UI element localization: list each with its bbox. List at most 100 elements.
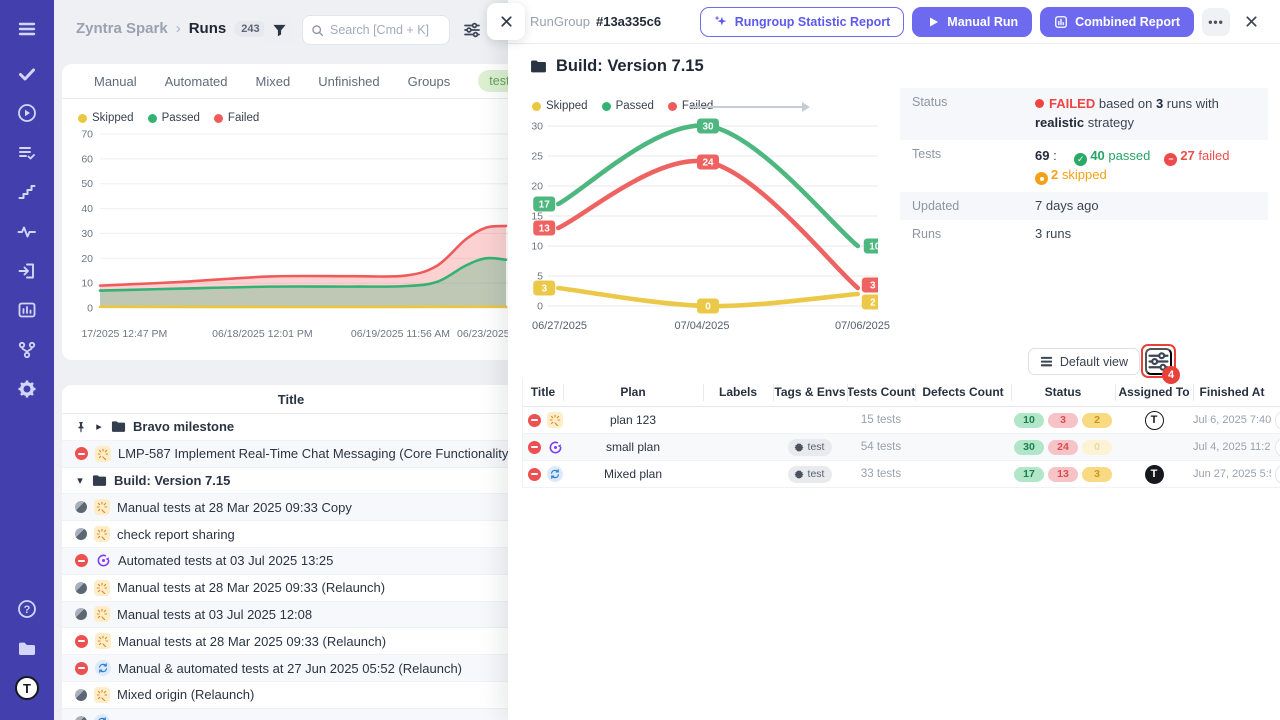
tag-pill[interactable]: test bbox=[788, 439, 833, 456]
legend-item[interactable]: Skipped bbox=[78, 112, 134, 124]
column-header[interactable]: Title bbox=[523, 378, 563, 406]
in-progress-status-icon bbox=[75, 716, 87, 720]
runs-list-row[interactable]: Manual tests at 28 Mar 2025 09:33 (Relau… bbox=[62, 628, 520, 655]
runs-list-row[interactable]: Manual & automated tests at 27 Jun 2025 … bbox=[62, 655, 520, 682]
svg-text:0: 0 bbox=[537, 301, 543, 313]
manual-run-icon bbox=[94, 526, 110, 542]
column-header[interactable]: Tests Count bbox=[847, 378, 915, 406]
runs-list-row[interactable]: Mixed origin (Relaunch) bbox=[62, 682, 520, 709]
search-box[interactable] bbox=[302, 15, 450, 45]
breadcrumb-project[interactable]: Zyntra Spark bbox=[76, 20, 168, 37]
runs-icon[interactable] bbox=[15, 101, 39, 125]
passed-pill: 17 bbox=[1014, 467, 1044, 482]
manual-run-button[interactable]: Manual Run bbox=[912, 7, 1032, 37]
assignee-avatar[interactable]: T bbox=[1145, 465, 1164, 484]
bar-chart-icon bbox=[1054, 15, 1068, 29]
view-options-icon[interactable] bbox=[463, 21, 481, 39]
row-title: Build: Version 7.15 bbox=[114, 473, 230, 488]
row-action-button[interactable] bbox=[1275, 465, 1280, 484]
manual-run-icon bbox=[94, 580, 110, 596]
legend-item[interactable]: Passed bbox=[602, 100, 654, 112]
skipped-pill: 2 bbox=[1082, 413, 1112, 428]
failed-status-icon bbox=[75, 635, 88, 648]
legend-item[interactable]: Skipped bbox=[532, 100, 588, 112]
row-action-button[interactable] bbox=[1275, 411, 1280, 430]
plan-name[interactable]: plan 123 bbox=[610, 413, 656, 427]
run-table-row[interactable]: Mixed plantest33 tests17133TJun 27, 2025… bbox=[523, 461, 1280, 488]
statistic-report-button[interactable]: Rungroup Statistic Report bbox=[700, 7, 905, 37]
runs-list-row[interactable]: check report sharing bbox=[62, 521, 520, 548]
run-table-row[interactable]: plan 12315 tests1032TJul 6, 2025 7:40 bbox=[523, 407, 1280, 434]
runs-list-folder-row[interactable]: ▾ Build: Version 7.15 bbox=[62, 468, 520, 495]
runs-list-row[interactable]: Manual tests at 28 Mar 2025 09:33 Copy bbox=[62, 494, 520, 521]
settings-icon[interactable] bbox=[15, 377, 39, 401]
sidebar: ? T bbox=[0, 0, 54, 720]
runs-list-row[interactable]: Manual tests at 03 Jul 2025 12:08 bbox=[62, 602, 520, 629]
caret-right-icon[interactable]: ▸ bbox=[94, 420, 104, 433]
menu-icon[interactable] bbox=[15, 17, 39, 41]
tab-unfinished[interactable]: Unfinished bbox=[318, 74, 399, 89]
help-icon[interactable]: ? bbox=[15, 597, 39, 621]
rungroup-id: RunGroup #13a335c6 bbox=[530, 14, 692, 29]
column-header[interactable]: Labels bbox=[703, 378, 773, 406]
svg-text:3: 3 bbox=[870, 281, 876, 292]
pin-icon bbox=[75, 421, 87, 433]
projects-folder-icon[interactable] bbox=[15, 637, 39, 661]
default-view-button[interactable]: Default view bbox=[1028, 348, 1140, 375]
breadcrumb-separator: › bbox=[176, 20, 181, 37]
row-title: LMP-587 Implement Real-Time Chat Messagi… bbox=[118, 446, 513, 461]
skipped-pill: 0 bbox=[1082, 440, 1112, 455]
row-title: Manual tests at 28 Mar 2025 09:33 (Relau… bbox=[117, 580, 385, 595]
activity-icon[interactable] bbox=[15, 220, 39, 244]
mixed-run-icon bbox=[547, 466, 563, 482]
manual-run-icon bbox=[95, 446, 111, 462]
filter-button[interactable] bbox=[264, 15, 294, 45]
branches-icon[interactable] bbox=[15, 338, 39, 362]
legend-item[interactable]: Passed bbox=[148, 112, 200, 124]
pulls-icon[interactable] bbox=[15, 259, 39, 283]
tab-groups[interactable]: Groups bbox=[408, 74, 471, 89]
run-table-row[interactable]: small plantest54 tests30240Jul 4, 2025 1… bbox=[523, 434, 1280, 461]
column-header[interactable]: Finished At bbox=[1193, 378, 1271, 406]
user-avatar[interactable]: T bbox=[15, 676, 39, 700]
plan-name[interactable]: small plan bbox=[606, 440, 660, 454]
caret-down-icon[interactable]: ▾ bbox=[75, 474, 85, 487]
svg-text:?: ? bbox=[24, 604, 31, 616]
test-cases-icon[interactable] bbox=[15, 62, 39, 86]
tab-automated[interactable]: Automated bbox=[165, 74, 248, 89]
row-action-button[interactable] bbox=[1275, 438, 1280, 457]
tag-pill[interactable]: test bbox=[788, 466, 833, 483]
column-header[interactable]: Defects Count bbox=[915, 378, 1011, 406]
plans-icon[interactable] bbox=[15, 141, 39, 165]
reports-icon[interactable] bbox=[15, 298, 39, 322]
status-row: Status FAILED based on 3 runs with reali… bbox=[900, 88, 1268, 140]
close-icon[interactable] bbox=[1238, 9, 1264, 35]
sparkles-icon bbox=[714, 15, 728, 29]
automated-run-icon bbox=[547, 439, 563, 455]
in-progress-status-icon bbox=[75, 608, 87, 620]
column-header[interactable]: Tags & Envs bbox=[773, 378, 847, 406]
plan-name[interactable]: Mixed plan bbox=[604, 467, 662, 481]
legend-dot bbox=[214, 114, 223, 123]
milestones-icon[interactable] bbox=[15, 180, 39, 204]
legend-item[interactable]: Failed bbox=[214, 112, 259, 124]
search-input[interactable] bbox=[330, 23, 440, 37]
runs-list-row[interactable] bbox=[62, 709, 520, 720]
runs-list-row[interactable]: Manual tests at 28 Mar 2025 09:33 (Relau… bbox=[62, 575, 520, 602]
failed-status-icon bbox=[528, 414, 541, 427]
runs-list-folder-row[interactable]: ▸Bravo milestone bbox=[62, 414, 520, 441]
runs-list-row[interactable]: LMP-587 Implement Real-Time Chat Messagi… bbox=[62, 441, 520, 468]
in-progress-status-icon bbox=[75, 501, 87, 513]
drawer-close-button[interactable] bbox=[487, 3, 525, 40]
runs-list-row[interactable]: Automated tests at 03 Jul 2025 13:25 bbox=[62, 548, 520, 575]
column-header[interactable]: Plan bbox=[563, 378, 703, 406]
more-actions-button[interactable]: ••• bbox=[1202, 8, 1230, 36]
column-header[interactable]: Status bbox=[1011, 378, 1115, 406]
table-header-row: TitlePlanLabelsTags & EnvsTests CountDef… bbox=[523, 378, 1280, 407]
manual-run-icon bbox=[95, 633, 111, 649]
tab-manual[interactable]: Manual bbox=[94, 74, 157, 89]
tab-mixed[interactable]: Mixed bbox=[256, 74, 311, 89]
column-header[interactable]: Assigned To bbox=[1115, 378, 1193, 406]
combined-report-button[interactable]: Combined Report bbox=[1040, 7, 1194, 37]
assignee-avatar[interactable]: T bbox=[1145, 411, 1164, 430]
